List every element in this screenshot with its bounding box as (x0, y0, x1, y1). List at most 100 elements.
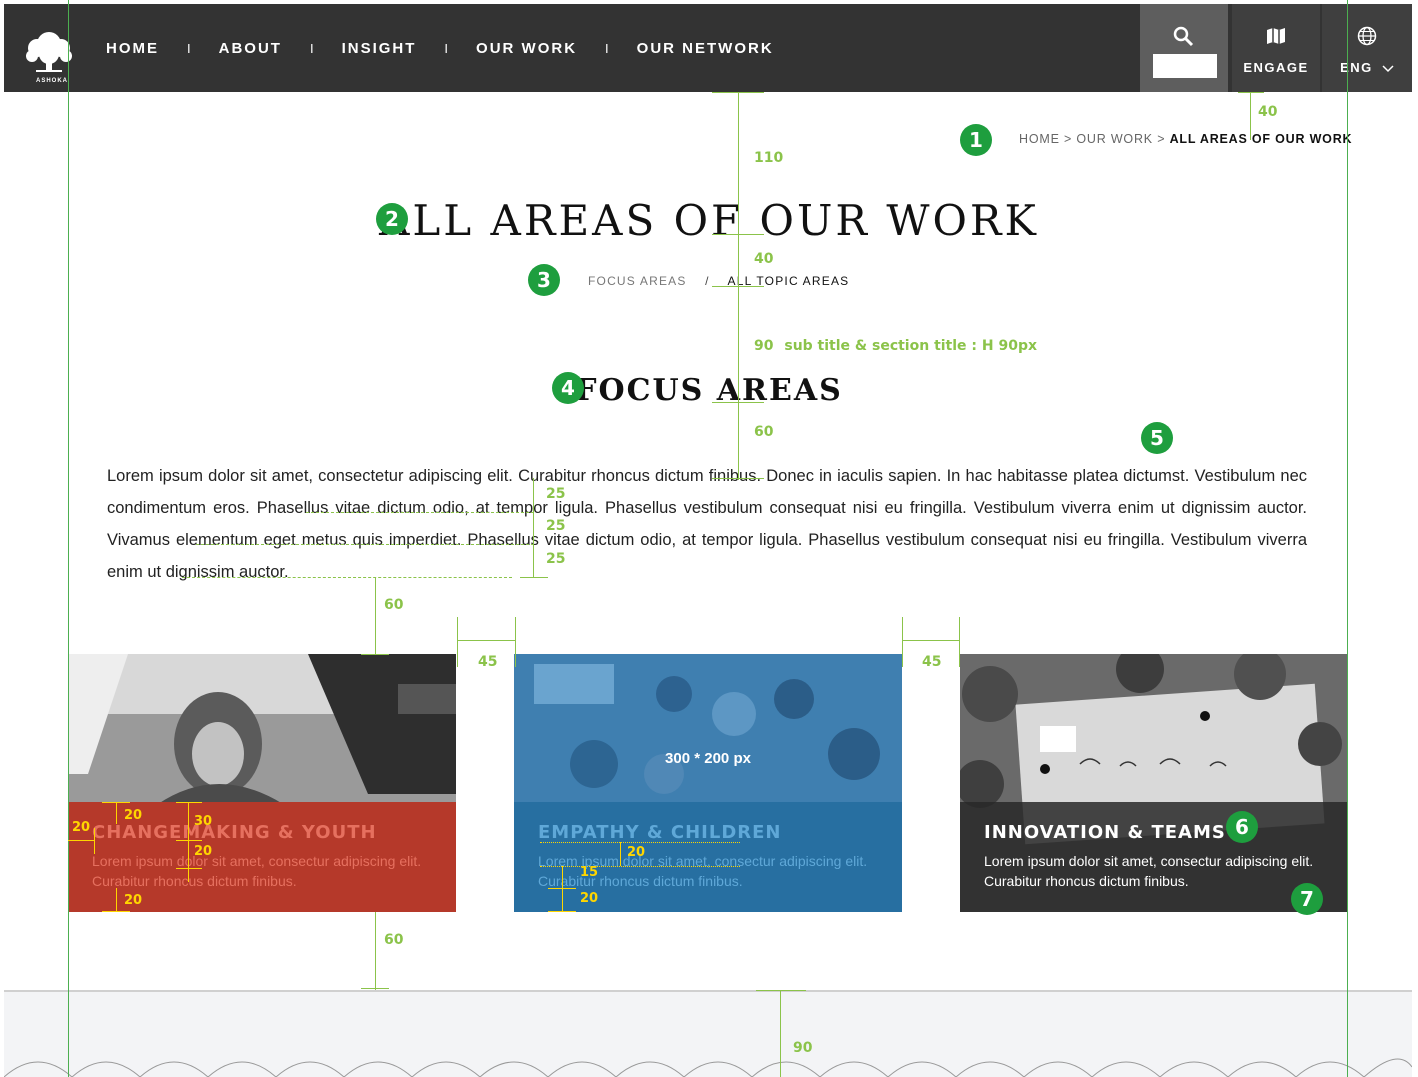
padding-guide (548, 911, 576, 912)
map-icon (1232, 26, 1320, 51)
padding-guide (188, 802, 189, 882)
marker-5: 5 (1141, 422, 1173, 454)
focus-card-innovation[interactable]: INNOVATION & TEAMS Lorem ipsum dolor sit… (960, 654, 1348, 912)
baseline-guide (196, 544, 534, 545)
baseline-guide (182, 577, 512, 578)
section-title: FOCUS AREAS (575, 373, 843, 408)
spacing-label: 60 (384, 932, 404, 948)
spacing-tick (712, 402, 764, 403)
spacing-note: sub title & section title : H 90px (784, 338, 1038, 354)
footer (4, 990, 1412, 1077)
spacing-line (902, 617, 903, 667)
top-nav-bar: ASHOKA HOME I ABOUT I INSIGHT I OUR WORK… (4, 4, 1412, 92)
ashoka-tree-logo[interactable] (24, 26, 74, 84)
image-size-note: 300 * 200 px (665, 750, 751, 767)
padding-guide (116, 888, 117, 912)
sub-nav-separator: / (705, 274, 710, 288)
padding-guide (620, 842, 621, 866)
padding-label: 30 (194, 814, 213, 829)
baseline-guide (306, 512, 534, 513)
spacing-line (959, 617, 960, 667)
padding-guide (94, 828, 95, 854)
nav-separator: I (444, 40, 449, 56)
marker-3: 3 (528, 264, 560, 296)
padding-guide (176, 802, 202, 803)
engage-button[interactable]: ENGAGE (1232, 4, 1320, 92)
nav-separator: I (309, 40, 314, 56)
padding-guide (102, 911, 130, 912)
padding-guide (540, 842, 740, 843)
spacing-label: 45 (478, 654, 498, 670)
nav-about[interactable]: ABOUT (219, 40, 282, 57)
engage-label: ENGAGE (1243, 60, 1309, 75)
spacing-tick (712, 92, 764, 93)
spacing-tick (1238, 92, 1264, 93)
card-caption: EMPATHY & CHILDREN Lorem ipsum dolor sit… (514, 802, 902, 912)
focus-card-empathy[interactable]: 300 * 200 px EMPATHY & CHILDREN Lorem ip… (514, 654, 902, 912)
wave-pattern (4, 1058, 1412, 1077)
search-icon[interactable] (1140, 26, 1228, 53)
padding-guide (102, 802, 130, 803)
padding-label: 20 (72, 820, 91, 835)
spacing-label: 90 (793, 1040, 813, 1056)
marker-1: 1 (960, 124, 992, 156)
spacing-label: 40 (1258, 104, 1278, 120)
marker-2: 2 (376, 203, 408, 235)
breadcrumb: HOME > OUR WORK > ALL AREAS OF OUR WORK (1019, 132, 1352, 146)
sub-nav-focus-areas[interactable]: FOCUS AREAS (588, 274, 687, 288)
language-label: ENG (1322, 60, 1412, 75)
card-description: Lorem ipsum dolor sit amet, consectur ad… (984, 853, 1314, 889)
focus-card-changemaking[interactable]: CHANGEMAKING & YOUTH Lorem ipsum dolor s… (68, 654, 456, 912)
language-selector[interactable]: ENG (1322, 4, 1412, 92)
spacing-line (780, 990, 781, 1077)
spacing-label: 90 sub title & section title : H 90px (754, 338, 1037, 354)
padding-label: 20 (580, 891, 599, 906)
card-title: EMPATHY & CHILDREN (538, 822, 782, 843)
spacing-label: 25 (546, 518, 566, 534)
breadcrumb-separator: > (1157, 132, 1166, 146)
page-title: ALL AREAS OF OUR WORK (379, 196, 1039, 245)
spacing-tick (712, 286, 764, 287)
nav-insight[interactable]: INSIGHT (342, 40, 417, 57)
breadcrumb-separator: > (1063, 132, 1073, 146)
guide-left (68, 0, 69, 1077)
spacing-tick (756, 990, 806, 991)
language-code: ENG (1340, 60, 1373, 75)
spacing-label: 45 (922, 654, 942, 670)
spacing-tick (520, 577, 548, 578)
spacing-label: 40 (754, 251, 774, 267)
spacing-line (1250, 92, 1251, 140)
chevron-down-icon (1382, 65, 1394, 72)
padding-label: 20 (194, 844, 213, 859)
card-caption: INNOVATION & TEAMS Lorem ipsum dolor sit… (960, 802, 1348, 912)
spacing-label: 25 (546, 551, 566, 567)
nav-home[interactable]: HOME (106, 40, 159, 57)
breadcrumb-our-work[interactable]: OUR WORK (1076, 132, 1153, 146)
marker-6: 6 (1226, 811, 1258, 843)
spacing-value: 90 (754, 338, 774, 354)
spacing-tick (712, 478, 764, 479)
padding-label: 20 (627, 845, 646, 860)
spacing-line (375, 912, 376, 990)
intro-paragraph: Lorem ipsum dolor sit amet, consectetur … (107, 467, 1307, 581)
card-title: CHANGEMAKING & YOUTH (92, 822, 377, 843)
padding-label: 20 (124, 893, 143, 908)
padding-label: 15 (580, 865, 599, 880)
breadcrumb-home[interactable]: HOME (1019, 132, 1060, 146)
nav-separator: I (187, 40, 191, 56)
padding-guide (562, 866, 563, 912)
nav-our-network[interactable]: OUR NETWORK (637, 40, 774, 57)
spacing-label: 25 (546, 486, 566, 502)
nav-our-work[interactable]: OUR WORK (476, 40, 577, 57)
spacing-tick (712, 234, 764, 235)
padding-guide (176, 868, 202, 869)
padding-guide (68, 840, 94, 841)
padding-label: 20 (124, 808, 143, 823)
logo-wordmark: ASHOKA (36, 78, 69, 84)
marker-7: 7 (1291, 883, 1323, 915)
spacing-line (515, 617, 516, 667)
search-input[interactable] (1153, 54, 1217, 78)
padding-guide (540, 866, 740, 867)
card-title: INNOVATION & TEAMS (984, 822, 1226, 843)
spacing-label: 110 (754, 150, 784, 166)
